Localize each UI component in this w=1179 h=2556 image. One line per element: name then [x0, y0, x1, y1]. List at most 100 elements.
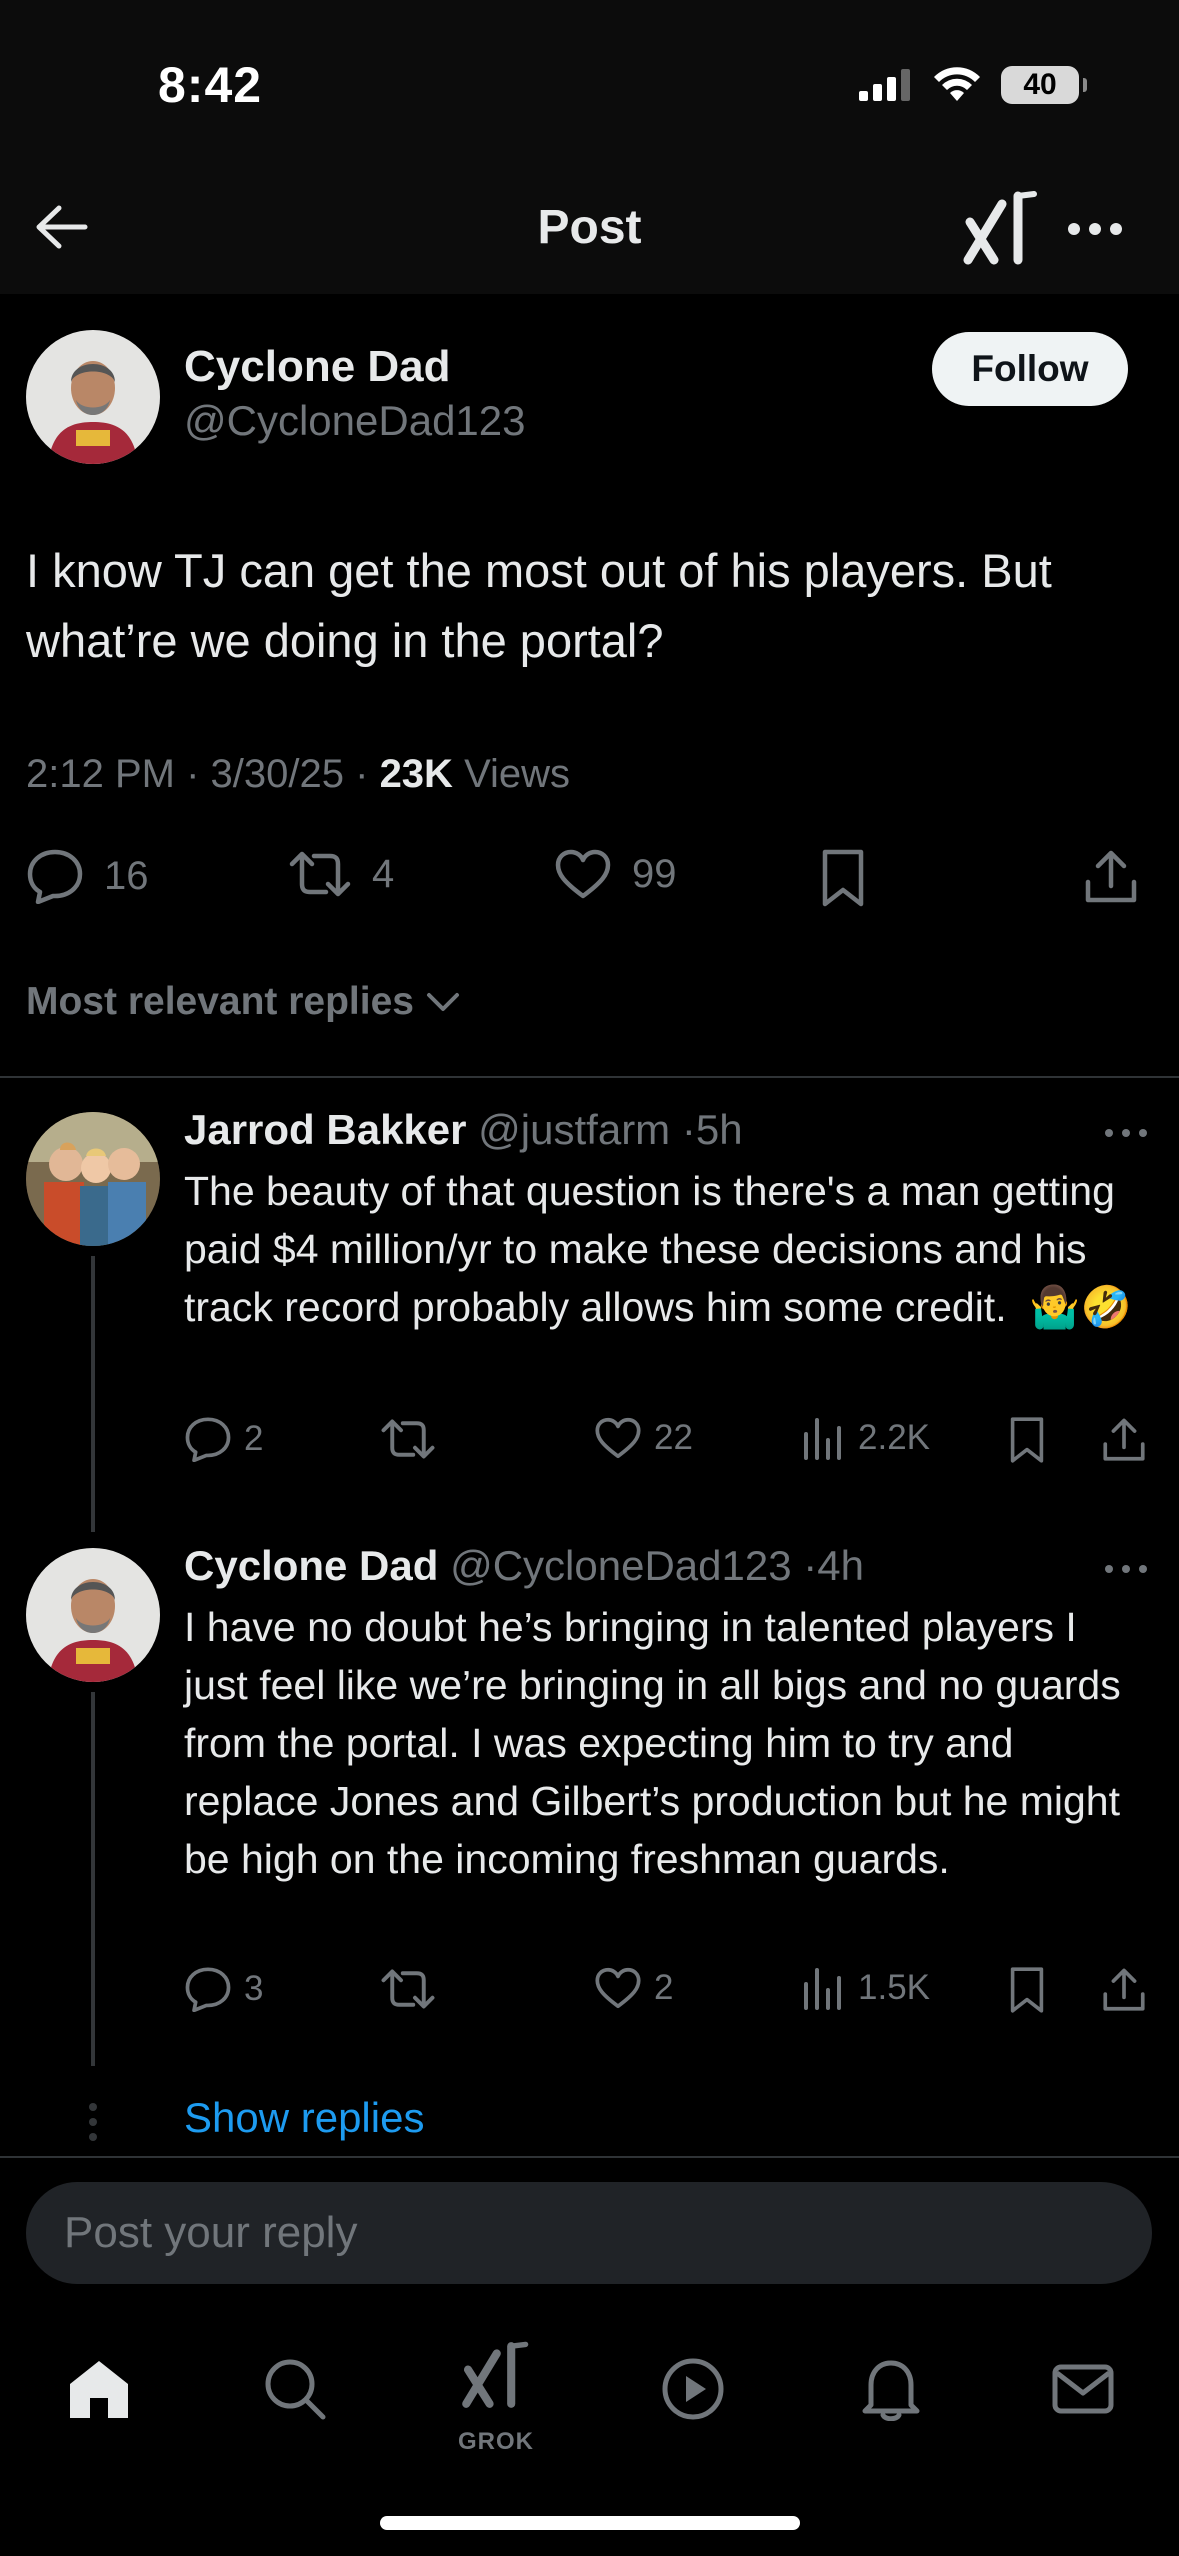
bookmark-action[interactable] — [1008, 1966, 1046, 2014]
views-count: 1.5K — [858, 1968, 930, 2007]
reply-age: 4h — [817, 1542, 864, 1589]
reply-author-handle[interactable]: @CycloneDad123 — [450, 1542, 792, 1589]
mail-icon — [1052, 2364, 1114, 2414]
views-count[interactable]: 23K — [380, 752, 453, 796]
divider — [0, 2156, 1179, 2158]
nav-search[interactable] — [250, 2344, 340, 2434]
thread-line — [91, 1692, 95, 2066]
reply-more-button[interactable] — [1098, 1118, 1154, 1148]
share-icon — [1085, 850, 1137, 903]
grok-icon — [963, 191, 1037, 265]
thread-line — [91, 1256, 95, 1532]
reply-age: 5h — [695, 1106, 743, 1153]
views-label: Views — [464, 752, 571, 796]
avatar-image — [26, 1548, 160, 1682]
more-options-button[interactable] — [1060, 196, 1130, 262]
reply-action-bar: 2 22 2.2K — [184, 1416, 1154, 1472]
home-indicator[interactable] — [380, 2516, 800, 2530]
share-action[interactable] — [1102, 1416, 1146, 1464]
reply-count: 16 — [104, 853, 149, 898]
heart-icon — [555, 849, 611, 899]
header: Post — [0, 160, 1179, 294]
reply-separator: · — [803, 1542, 818, 1589]
reply-action[interactable]: 16 — [26, 848, 149, 904]
like-count: 2 — [654, 1968, 674, 2007]
heart-icon — [595, 1967, 641, 2009]
chevron-down-icon — [426, 993, 459, 1011]
reply-more-button[interactable] — [1098, 1554, 1154, 1584]
reply-emojis: 🤷‍♂️🤣 — [1029, 1284, 1132, 1330]
nav-notifications[interactable] — [846, 2344, 936, 2434]
nav-messages[interactable] — [1038, 2344, 1128, 2434]
repost-action[interactable]: 4 — [288, 848, 394, 900]
share-action[interactable] — [1084, 848, 1138, 906]
avatar-image — [26, 1112, 160, 1246]
reply-avatar[interactable] — [26, 1548, 160, 1682]
nav-video[interactable] — [648, 2344, 738, 2434]
search-icon — [265, 2359, 326, 2420]
ellipsis-icon — [1105, 1129, 1147, 1137]
nav-home[interactable] — [54, 2344, 144, 2434]
author-name[interactable]: Cyclone Dad — [184, 342, 451, 392]
bookmark-action[interactable] — [820, 848, 866, 908]
repost-icon — [381, 1969, 435, 2009]
nav-grok[interactable] — [450, 2330, 540, 2420]
post-meta: 2:12 PM · 3/30/25 · 23K Views — [26, 752, 570, 797]
thread-dots-icon — [89, 2103, 97, 2141]
bookmark-icon — [1010, 1967, 1044, 2013]
grok-icon — [462, 2341, 529, 2408]
follow-button[interactable]: Follow — [932, 332, 1128, 406]
reply-separator: · — [681, 1106, 696, 1153]
author-handle[interactable]: @CycloneDad123 — [184, 397, 526, 445]
like-action[interactable]: 22 — [594, 1416, 693, 1460]
meta-separator: · — [355, 752, 380, 796]
avatar-image — [26, 330, 160, 464]
reply-count: 3 — [244, 1969, 264, 2008]
divider — [0, 1076, 1179, 1078]
views-action[interactable]: 2.2K — [802, 1416, 930, 1460]
bookmark-action[interactable] — [1008, 1416, 1046, 1464]
ellipsis-icon — [1068, 223, 1122, 235]
battery-indicator: 40 — [1001, 66, 1087, 104]
post-time: 2:12 PM — [26, 752, 175, 796]
like-count: 22 — [654, 1418, 693, 1457]
author-avatar[interactable] — [26, 330, 160, 464]
reply-author-name[interactable]: Jarrod Bakker — [184, 1106, 467, 1153]
share-icon — [1103, 1418, 1145, 1461]
repost-icon — [289, 851, 351, 897]
status-icons: 40 — [859, 66, 1087, 104]
wifi-icon — [934, 67, 980, 101]
home-icon — [70, 2361, 128, 2418]
reply-action[interactable]: 3 — [184, 1966, 263, 2012]
reply-author-handle[interactable]: @justfarm — [478, 1106, 670, 1153]
status-time: 8:42 — [158, 57, 263, 113]
status-bar: 8:42 40 — [0, 0, 1179, 160]
share-action[interactable] — [1102, 1966, 1146, 2014]
reply-avatar[interactable] — [26, 1112, 160, 1246]
show-replies-link[interactable]: Show replies — [184, 2094, 424, 2142]
reply-input[interactable] — [64, 2208, 1152, 2258]
reply-icon — [27, 849, 83, 904]
reply-action-bar: 3 2 1.5K — [184, 1966, 1154, 2022]
reply-author-name[interactable]: Cyclone Dad — [184, 1542, 438, 1589]
like-action[interactable]: 99 — [554, 848, 677, 900]
grok-button[interactable] — [960, 190, 1040, 266]
like-count: 99 — [632, 851, 677, 896]
like-action[interactable]: 2 — [594, 1966, 673, 2010]
reply-icon — [185, 1417, 231, 1462]
reply-text: The beauty of that question is there's a… — [184, 1162, 1144, 1336]
ellipsis-icon — [1105, 1565, 1147, 1573]
play-icon — [662, 2358, 724, 2420]
repost-count: 4 — [372, 851, 395, 896]
reply-header: Jarrod Bakker @justfarm ·5h — [184, 1106, 743, 1154]
repost-action[interactable] — [380, 1966, 448, 2012]
analytics-icon — [804, 1418, 841, 1460]
views-action[interactable]: 1.5K — [802, 1966, 930, 2010]
sort-label: Most relevant replies — [26, 980, 414, 1023]
repost-action[interactable] — [380, 1416, 448, 1462]
reply-action[interactable]: 2 — [184, 1416, 263, 1462]
reply-composer[interactable] — [26, 2182, 1152, 2284]
reply-body: The beauty of that question is there's a… — [184, 1168, 1115, 1330]
sort-replies-dropdown[interactable]: Most relevant replies — [26, 980, 460, 1024]
views-count: 2.2K — [858, 1418, 930, 1457]
